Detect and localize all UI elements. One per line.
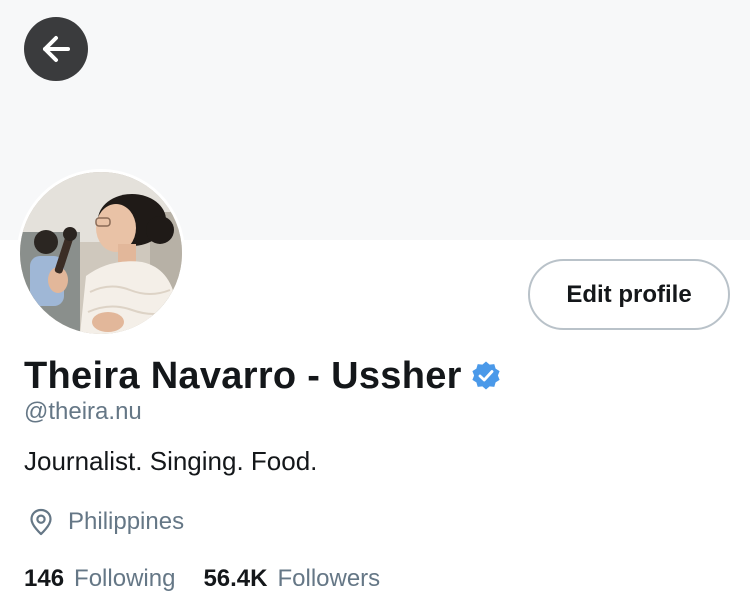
stats-row: 146 Following 56.4K Followers [24, 562, 380, 596]
profile-photo [20, 172, 182, 334]
following-stat[interactable]: 146 Following [24, 565, 175, 593]
back-button[interactable] [24, 17, 88, 81]
followers-stat[interactable]: 56.4K Followers [203, 565, 380, 593]
profile-page: Edit profile Theira Navarro - Ussher @th… [0, 0, 750, 614]
location-pin-icon [30, 508, 52, 536]
profile-bio: Journalist. Singing. Food. [24, 446, 318, 476]
edit-profile-label: Edit profile [566, 280, 692, 308]
edit-profile-button[interactable]: Edit profile [528, 259, 730, 330]
name-row: Theira Navarro - Ussher [24, 350, 502, 402]
avatar[interactable] [20, 172, 182, 334]
display-name: Theira Navarro - Ussher [24, 354, 462, 397]
profile-handle: @theira.nu [24, 398, 142, 425]
followers-count: 56.4K [203, 565, 268, 592]
following-label: Following [74, 565, 176, 592]
following-count: 146 [24, 565, 65, 592]
verified-badge-icon [472, 361, 500, 390]
location-row: Philippines [26, 505, 184, 539]
location-text: Philippines [68, 508, 185, 535]
arrow-left-icon [43, 36, 70, 62]
followers-label: Followers [277, 565, 381, 592]
